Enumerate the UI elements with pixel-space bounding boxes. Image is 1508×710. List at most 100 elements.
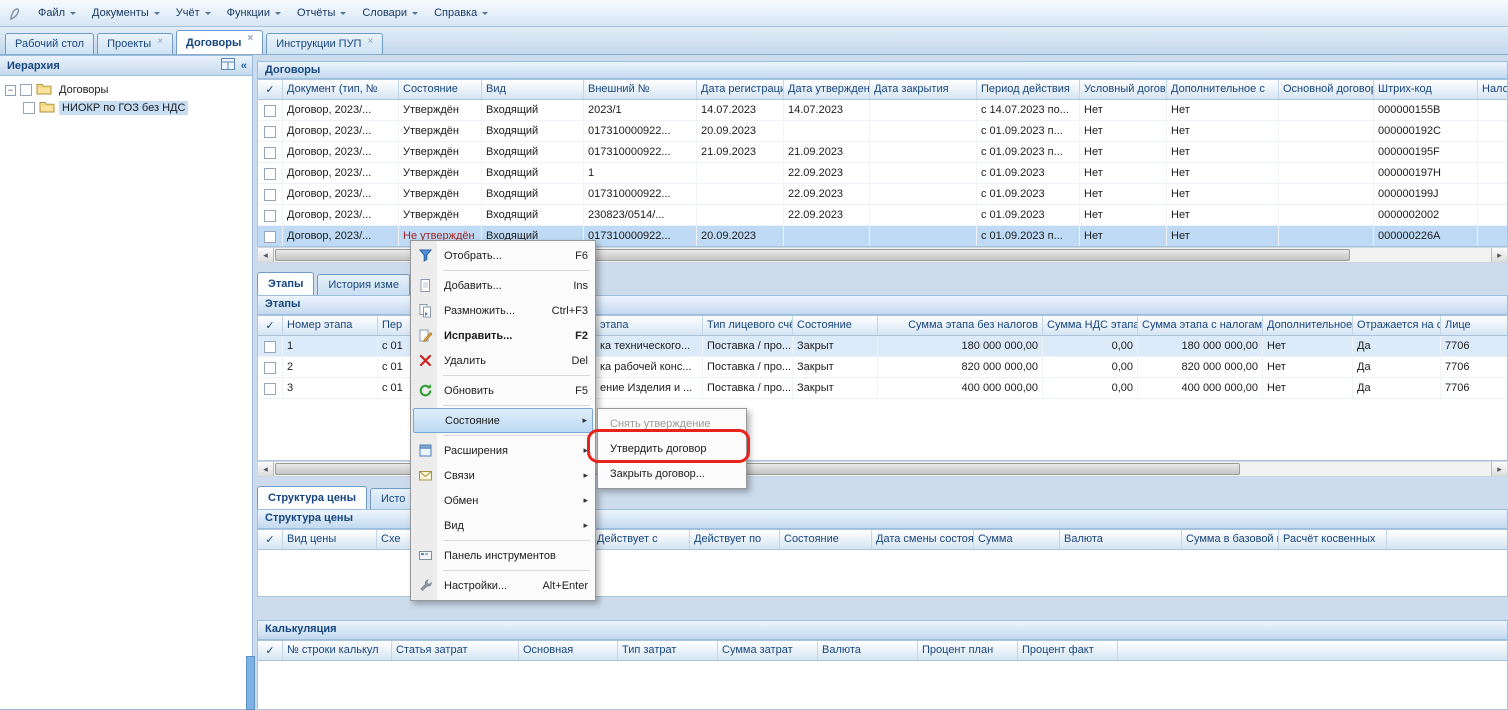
column-header[interactable]: Штрих-код xyxy=(1374,80,1478,99)
context-menu-item-edit[interactable]: Исправить...F2 xyxy=(413,323,593,348)
stage-tab-0[interactable]: Этапы xyxy=(257,272,314,295)
column-header[interactable]: Состояние xyxy=(399,80,482,99)
column-header[interactable]: Номер этапа xyxy=(283,316,378,335)
column-header[interactable]: Сумма этапа с налогами xyxy=(1138,316,1263,335)
column-header[interactable]: Внешний № xyxy=(584,80,697,99)
context-menu-item-view[interactable]: Вид▸ xyxy=(413,513,593,538)
column-header[interactable]: ✓ xyxy=(258,641,283,660)
context-menu-item-links[interactable]: Связи▸ xyxy=(413,463,593,488)
column-header[interactable]: Вид xyxy=(482,80,584,99)
column-header[interactable]: Сумма в базовой в xyxy=(1182,530,1279,549)
context-menu-item-settings[interactable]: Настройки...Alt+Enter xyxy=(413,573,593,598)
context-menu-item-delete[interactable]: УдалитьDel xyxy=(413,348,593,373)
column-header[interactable]: Сумма xyxy=(974,530,1060,549)
column-header[interactable]: Состояние xyxy=(780,530,872,549)
contract-row[interactable]: Договор, 2023/...УтверждёнВходящий230823… xyxy=(258,205,1507,226)
row-checkbox[interactable] xyxy=(264,362,276,374)
column-header[interactable]: Действует с xyxy=(593,530,690,549)
context-menu-item-refresh[interactable]: ОбновитьF5 xyxy=(413,378,593,403)
column-header[interactable]: Статья затрат xyxy=(392,641,519,660)
column-header[interactable]: этапа xyxy=(596,316,703,335)
stage-tab-1[interactable]: История изме xyxy=(317,274,410,295)
column-header[interactable]: Состояние xyxy=(793,316,878,335)
column-header[interactable]: Дополнительное с xyxy=(1167,80,1279,99)
context-menu-item-extensions[interactable]: Расширения▸ xyxy=(413,438,593,463)
top-tab-0[interactable]: Рабочий стол xyxy=(5,33,94,54)
row-checkbox-cell[interactable] xyxy=(258,100,283,120)
contract-row[interactable]: Договор, 2023/...УтверждёнВходящий017310… xyxy=(258,142,1507,163)
scroll-left-button[interactable]: ◂ xyxy=(258,462,274,476)
row-checkbox[interactable] xyxy=(264,231,276,243)
column-header[interactable]: Расчёт косвенных xyxy=(1279,530,1387,549)
column-header[interactable]: Сумма затрат xyxy=(718,641,818,660)
menubar-item-5[interactable]: Словари xyxy=(354,4,426,22)
column-header[interactable]: Процент факт xyxy=(1018,641,1118,660)
column-header[interactable]: Лице xyxy=(1441,316,1508,335)
top-tab-1[interactable]: Проекты× xyxy=(97,33,173,54)
row-checkbox-cell[interactable] xyxy=(258,226,283,246)
row-checkbox-cell[interactable] xyxy=(258,184,283,204)
context-menu-item-filter[interactable]: Отобрать...F6 xyxy=(413,243,593,268)
column-header[interactable]: Сумма НДС этапа xyxy=(1043,316,1138,335)
tree-checkbox[interactable] xyxy=(23,102,35,114)
row-checkbox-cell[interactable] xyxy=(258,121,283,141)
column-header[interactable]: ✓ xyxy=(258,316,283,335)
column-header[interactable]: Тип затрат xyxy=(618,641,718,660)
column-header[interactable]: Валюта xyxy=(1060,530,1182,549)
submenu-item-unapprove[interactable]: Снять утверждение xyxy=(600,411,744,436)
column-header[interactable]: Валюта xyxy=(818,641,918,660)
row-checkbox[interactable] xyxy=(264,126,276,138)
column-header[interactable]: № строки калькул xyxy=(283,641,392,660)
column-header[interactable]: Нало xyxy=(1478,80,1508,99)
row-checkbox-cell[interactable] xyxy=(258,378,283,398)
submenu-item-close-contract[interactable]: Закрыть договор... xyxy=(600,461,744,486)
tab-close-icon[interactable]: × xyxy=(157,36,163,47)
context-menu-item-toolbar[interactable]: Панель инструментов xyxy=(413,543,593,568)
row-checkbox[interactable] xyxy=(264,147,276,159)
vertical-scrollbar-thumb[interactable] xyxy=(246,656,255,710)
column-header[interactable]: Дата закрытия xyxy=(870,80,977,99)
tree-expander-icon[interactable]: − xyxy=(5,85,16,96)
row-checkbox[interactable] xyxy=(264,383,276,395)
context-menu-item-state[interactable]: Состояние▸ xyxy=(413,408,593,433)
tree-node[interactable]: −Договоры xyxy=(2,81,250,99)
tab-close-icon[interactable]: × xyxy=(367,36,373,47)
column-header[interactable]: Отражается на су xyxy=(1353,316,1441,335)
row-checkbox[interactable] xyxy=(264,105,276,117)
contract-row[interactable]: Договор, 2023/...УтверждёнВходящий122.09… xyxy=(258,163,1507,184)
column-header[interactable]: Документ (тип, № xyxy=(283,80,399,99)
column-header[interactable]: Дата регистрации xyxy=(697,80,784,99)
column-header[interactable]: Вид цены xyxy=(283,530,377,549)
menubar-item-1[interactable]: Документы xyxy=(84,4,168,22)
context-menu-item-add[interactable]: Добавить...Ins xyxy=(413,273,593,298)
row-checkbox[interactable] xyxy=(264,341,276,353)
contract-row[interactable]: Договор, 2023/...УтверждёнВходящий2023/1… xyxy=(258,100,1507,121)
top-tab-3[interactable]: Инструкции ПУП× xyxy=(266,33,383,54)
row-checkbox-cell[interactable] xyxy=(258,142,283,162)
column-header[interactable]: ✓ xyxy=(258,80,283,99)
context-menu-item-exchange[interactable]: Обмен▸ xyxy=(413,488,593,513)
scroll-right-button[interactable]: ▸ xyxy=(1491,462,1507,476)
top-tab-2[interactable]: Договоры× xyxy=(176,30,263,54)
submenu-item-approve[interactable]: Утвердить договор xyxy=(600,436,744,461)
tree-checkbox[interactable] xyxy=(20,84,32,96)
contract-row[interactable]: Договор, 2023/...УтверждёнВходящий017310… xyxy=(258,184,1507,205)
scroll-right-button[interactable]: ▸ xyxy=(1491,248,1507,262)
contract-row[interactable]: Договор, 2023/...УтверждёнВходящий017310… xyxy=(258,121,1507,142)
tab-close-icon[interactable]: × xyxy=(247,33,253,44)
row-checkbox[interactable] xyxy=(264,168,276,180)
menubar-item-0[interactable]: Файл xyxy=(30,4,84,22)
context-menu-item-duplicate[interactable]: Размножить...Ctrl+F3 xyxy=(413,298,593,323)
menubar-item-2[interactable]: Учёт xyxy=(168,4,219,22)
row-checkbox-cell[interactable] xyxy=(258,336,283,356)
menubar-item-3[interactable]: Функции xyxy=(219,4,289,22)
row-checkbox-cell[interactable] xyxy=(258,163,283,183)
column-header[interactable]: ✓ xyxy=(258,530,283,549)
row-checkbox-cell[interactable] xyxy=(258,357,283,377)
column-header[interactable]: Период действия xyxy=(977,80,1080,99)
grid-view-icon[interactable] xyxy=(221,58,235,73)
column-header[interactable]: Основной договор xyxy=(1279,80,1374,99)
tree-node[interactable]: НИОКР по ГОЗ без НДС xyxy=(2,99,250,117)
column-header[interactable]: Дополнительное с xyxy=(1263,316,1353,335)
row-checkbox[interactable] xyxy=(264,189,276,201)
